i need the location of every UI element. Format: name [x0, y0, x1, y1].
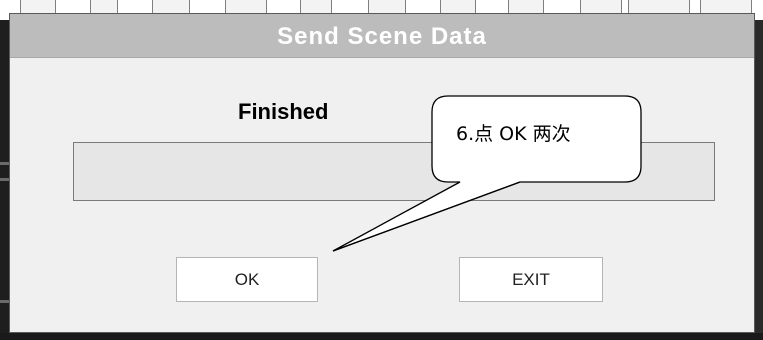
annotation-text: 6.点 OK 两次 [456, 123, 571, 145]
send-scene-data-dialog: Send Scene Data Finished OK EXIT [9, 13, 755, 333]
progress-bar-fill [74, 143, 714, 200]
status-text: Finished [238, 99, 329, 124]
dialog-titlebar[interactable]: Send Scene Data [10, 14, 754, 58]
dialog-title: Send Scene Data [277, 23, 487, 50]
ok-button[interactable]: OK [176, 257, 318, 302]
progress-bar [73, 142, 715, 201]
exit-button[interactable]: EXIT [459, 257, 603, 302]
screenshot-stage: Send Scene Data Finished OK EXIT 6.点 OK … [0, 0, 763, 340]
background-bottom-edge [0, 333, 763, 340]
background-right-edge [755, 20, 763, 340]
